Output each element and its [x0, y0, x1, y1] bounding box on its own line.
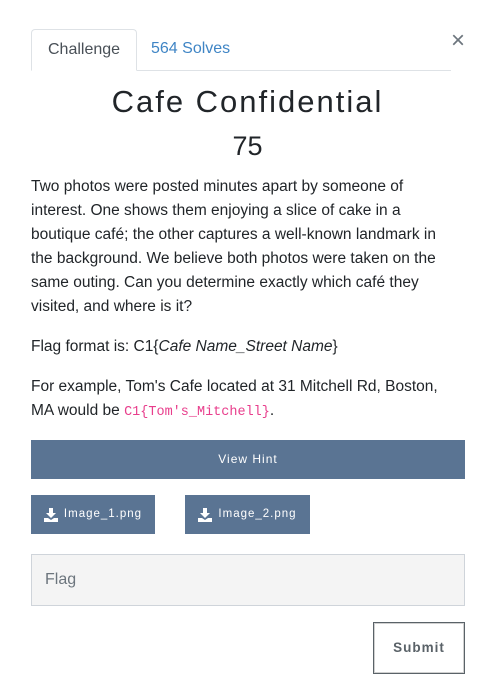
- download-icon: [198, 507, 213, 522]
- challenge-title: Cafe Confidential: [111, 84, 384, 119]
- download-image-1-button[interactable]: Image_1.png: [31, 495, 155, 534]
- download-icon: [43, 507, 58, 522]
- submit-button[interactable]: Submit: [373, 622, 465, 674]
- flag-format-italic: Cafe Name_Street Name: [158, 338, 333, 355]
- flag-input[interactable]: [31, 554, 465, 606]
- view-hint-button[interactable]: View Hint: [31, 440, 465, 479]
- download-image-2-button[interactable]: Image_2.png: [185, 495, 310, 534]
- challenge-description: Two photos were posted minutes apart by …: [31, 178, 436, 315]
- flag-format-prefix: Flag format is: C1{: [31, 338, 159, 355]
- tab-challenge[interactable]: Challenge: [31, 29, 138, 71]
- flag-format-suffix: }: [332, 338, 338, 355]
- challenge-points: 75: [232, 131, 263, 161]
- example-code: C1{Tom's_Mitchell}: [124, 405, 270, 420]
- file-label: Image_1.png: [63, 508, 143, 520]
- example-suffix: .: [269, 402, 275, 419]
- close-icon[interactable]: ×: [449, 28, 467, 54]
- example-text: For example, Tom's Cafe located at 31 Mi…: [31, 375, 456, 425]
- file-label: Image_2.png: [218, 508, 297, 520]
- flag-format-text: Flag format is: C1{Cafe Name_Street Name…: [31, 335, 456, 359]
- tab-bar: Challenge 564 Solves: [31, 29, 451, 71]
- tab-solves[interactable]: 564 Solves: [135, 29, 246, 71]
